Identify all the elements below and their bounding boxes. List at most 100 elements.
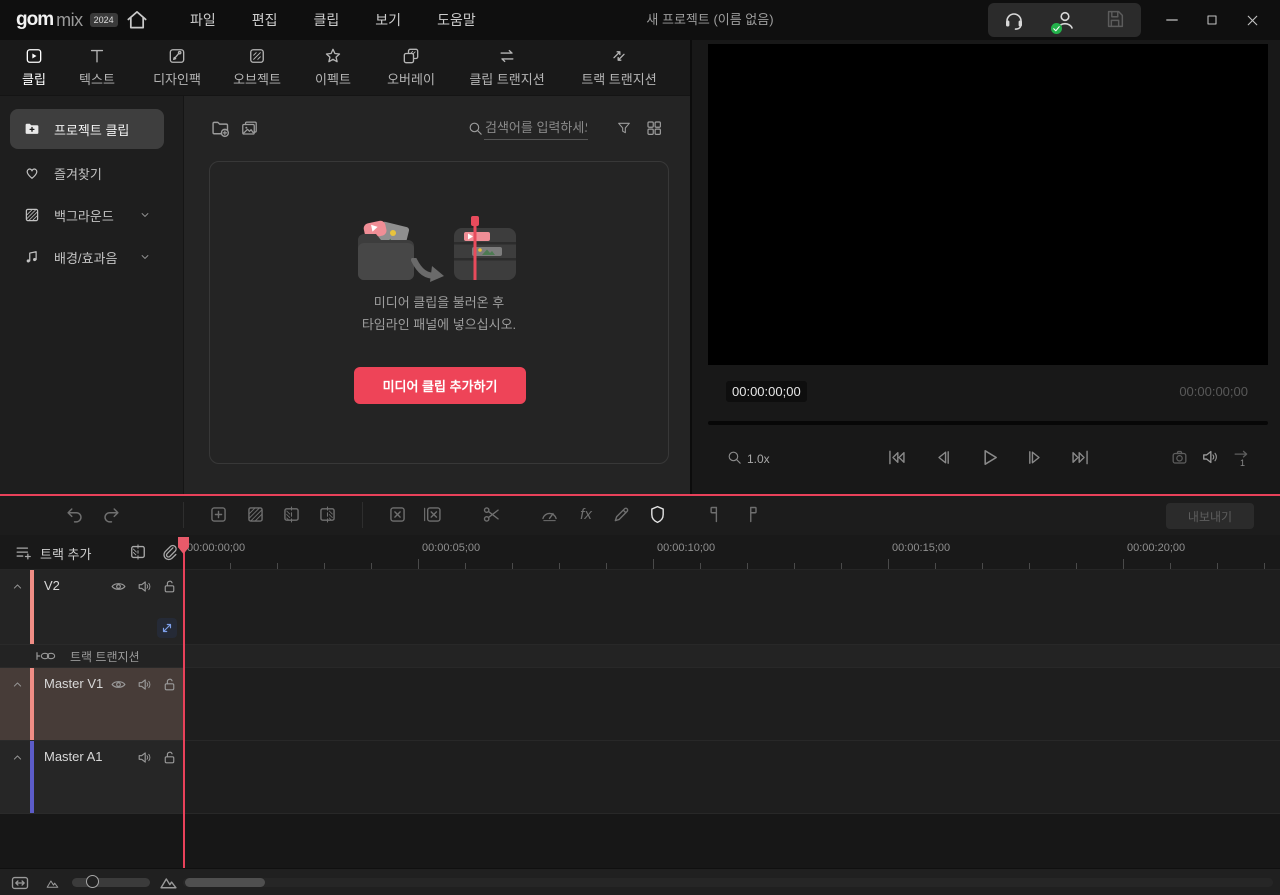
- menu-view[interactable]: 보기: [357, 0, 419, 40]
- ripple-delete-button[interactable]: [422, 504, 444, 526]
- tab-designpack[interactable]: 디자인팩: [144, 46, 210, 88]
- delete-clip-button[interactable]: [387, 504, 409, 526]
- add-clip-button[interactable]: [208, 504, 230, 526]
- edit-toolbar: fx 내보내기: [0, 496, 1280, 535]
- tab-overlay[interactable]: 오버레이: [382, 46, 440, 88]
- track-mute-speaker-icon[interactable]: [136, 578, 153, 595]
- preview-zoom-icon[interactable]: [726, 449, 743, 466]
- timeline-hscroll[interactable]: [183, 878, 1273, 887]
- tab-object[interactable]: 오브젝트: [224, 46, 290, 88]
- chevron-down-icon[interactable]: [138, 250, 152, 264]
- timeline-hscroll-thumb[interactable]: [185, 878, 265, 887]
- close-button[interactable]: [1232, 0, 1272, 40]
- home-button[interactable]: [124, 7, 150, 33]
- export-button[interactable]: 내보내기: [1166, 503, 1254, 529]
- marker-out-button[interactable]: [742, 504, 764, 526]
- media-gallery-icon[interactable]: [240, 119, 259, 138]
- track-v2-lane[interactable]: [183, 570, 1280, 645]
- track-master-v1-lane[interactable]: [183, 668, 1280, 741]
- tab-track-transition[interactable]: 트랙 트랜지션: [572, 46, 666, 88]
- zoom-out-mountain-icon[interactable]: [45, 876, 60, 891]
- menu-clip[interactable]: 클립: [296, 0, 358, 40]
- toolbar-separator: [362, 502, 363, 528]
- track-transition-quick-button[interactable]: [157, 618, 177, 638]
- snapshot-camera-button[interactable]: [1170, 448, 1189, 467]
- play-button[interactable]: [978, 446, 1001, 469]
- track-lock-icon[interactable]: [161, 749, 178, 766]
- ruler-label: 00:00:00;00: [187, 542, 246, 554]
- track-v2-header[interactable]: V2: [0, 570, 183, 645]
- preview-zoom-level[interactable]: 1.0x: [747, 452, 770, 466]
- timeline-zoom-knob[interactable]: [86, 875, 99, 888]
- gom-mix-window: gom mix 2024 파일 편집 클립 보기 도움말 새 프로젝트 (이름 …: [0, 0, 1280, 895]
- timeline-panel: 트랙 추가 00:00:00;00 00:00:05;00 00:00:10;00 0…: [0, 535, 1280, 895]
- marker-in-button[interactable]: [705, 504, 727, 526]
- playhead-line[interactable]: [183, 537, 185, 868]
- search-input[interactable]: [484, 118, 588, 140]
- track-lock-icon[interactable]: [161, 676, 178, 693]
- track-transition-row: 트랙 트랜지션: [0, 645, 1280, 668]
- support-headset-button[interactable]: [1002, 8, 1026, 32]
- track-master-a1-header[interactable]: Master A1: [0, 741, 183, 814]
- speed-button[interactable]: [539, 504, 561, 526]
- overwrite-clip-button[interactable]: [245, 504, 267, 526]
- tab-text[interactable]: 텍스트: [70, 46, 124, 88]
- move-to-track-button[interactable]: 1: [1232, 447, 1251, 468]
- volume-button[interactable]: [1200, 447, 1220, 467]
- collapse-track-icon[interactable]: [10, 579, 25, 594]
- current-timecode[interactable]: 00:00:00;00: [726, 381, 807, 402]
- track-mute-speaker-icon[interactable]: [136, 749, 153, 766]
- insert-left-button[interactable]: [281, 504, 303, 526]
- save-project-button[interactable]: [1104, 8, 1128, 32]
- track-v2: V2: [0, 570, 1280, 645]
- add-track-icon[interactable]: [14, 543, 33, 562]
- insert-mode-icon[interactable]: [128, 542, 148, 562]
- tab-effect[interactable]: 이펙트: [306, 46, 360, 88]
- menu-help[interactable]: 도움말: [419, 0, 494, 40]
- chevron-down-icon[interactable]: [138, 208, 152, 222]
- timeline-zoom-slider[interactable]: [72, 875, 150, 888]
- menu-edit[interactable]: 편집: [234, 0, 296, 40]
- sidebar-item-favorites[interactable]: 즐겨찾기: [10, 158, 170, 188]
- insert-right-button[interactable]: [317, 504, 339, 526]
- sidebar-item-background[interactable]: 백그라운드: [10, 200, 170, 230]
- zoom-in-mountain-icon[interactable]: [158, 872, 179, 893]
- account-button[interactable]: [1050, 8, 1077, 34]
- menu-file[interactable]: 파일: [172, 0, 234, 40]
- previous-frame-button[interactable]: [932, 447, 953, 468]
- shield-button[interactable]: [647, 504, 669, 526]
- sidebar-item-project-clips[interactable]: 프로젝트 클립: [10, 109, 164, 149]
- minimize-button[interactable]: [1152, 0, 1192, 40]
- edit-pencil-button[interactable]: [611, 504, 633, 526]
- add-track-label[interactable]: 트랙 추가: [40, 544, 91, 563]
- track-lock-icon[interactable]: [161, 578, 178, 595]
- go-to-start-button[interactable]: [886, 447, 907, 468]
- track-visibility-eye-icon[interactable]: [110, 676, 127, 693]
- track-mute-speaker-icon[interactable]: [136, 676, 153, 693]
- undo-button[interactable]: [64, 504, 86, 526]
- ruler-tick: [935, 563, 936, 569]
- redo-button[interactable]: [100, 504, 122, 526]
- track-visibility-eye-icon[interactable]: [110, 578, 127, 595]
- tab-clip-transition[interactable]: 클립 트랜지션: [460, 46, 554, 88]
- preview-seekbar[interactable]: [708, 421, 1268, 425]
- collapse-track-icon[interactable]: [10, 677, 25, 692]
- track-master-a1-lane[interactable]: [183, 741, 1280, 814]
- go-to-end-button[interactable]: [1070, 447, 1091, 468]
- collapse-track-icon[interactable]: [10, 750, 25, 765]
- track-transition-header[interactable]: 트랙 트랜지션: [0, 645, 183, 668]
- fit-timeline-icon[interactable]: [10, 873, 30, 893]
- view-grid-icon[interactable]: [645, 119, 663, 137]
- track-master-v1-header[interactable]: Master V1: [0, 668, 183, 741]
- split-clip-button[interactable]: [481, 504, 503, 526]
- import-media-icon[interactable]: [210, 118, 231, 139]
- add-media-clip-button[interactable]: 미디어 클립 추가하기: [354, 367, 526, 404]
- effects-fx-button[interactable]: fx: [573, 504, 599, 526]
- track-transition-lane[interactable]: [183, 645, 1280, 668]
- tab-clip[interactable]: 클립: [12, 46, 56, 88]
- maximize-button[interactable]: [1192, 0, 1232, 40]
- sidebar-item-bgm-sfx[interactable]: 배경/효과음: [10, 242, 170, 272]
- next-frame-button[interactable]: [1025, 447, 1046, 468]
- filter-icon[interactable]: [616, 120, 632, 136]
- snap-toggle-icon[interactable]: [160, 542, 180, 562]
